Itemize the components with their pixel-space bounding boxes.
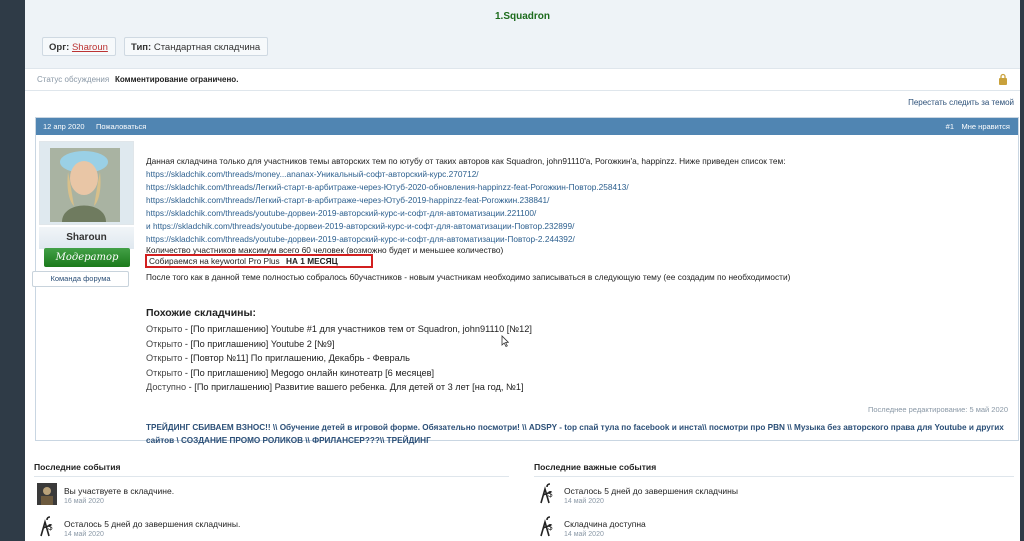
similar-status: Открыто: [146, 339, 183, 349]
thread-tagline: 1.Squadron: [494, 11, 550, 22]
moderator-badge: Модератор: [44, 248, 130, 267]
similar-item[interactable]: Доступно - [По приглашению] Развитие ваш…: [146, 382, 524, 392]
event-item[interactable]: $ Складчина доступна 14 май 2020: [537, 516, 997, 541]
after-note: После того как в данной теме полностью с…: [146, 272, 791, 282]
event-text: Складчина доступна: [564, 519, 646, 529]
team-badge: Команда форума: [32, 271, 129, 287]
edited-label: Последнее редактирование:: [868, 405, 968, 414]
post-intro: Данная складчина только для участников т…: [146, 156, 786, 166]
thread-header: 1.Squadron Орг: Sharoun Тип: Стандартная…: [25, 0, 1020, 68]
status-value: Комментирование ограничено.: [115, 75, 239, 84]
discussion-status: Статус обсуждения Комментирование ограни…: [25, 68, 1020, 91]
event-text: Осталось 5 дней до завершения складчины: [564, 486, 738, 496]
divider: [34, 476, 509, 477]
thread-link[interactable]: https://skladchik.com/threads/Легкий-ста…: [146, 182, 629, 192]
event-date: 14 май 2020: [564, 498, 604, 505]
org-tag: Орг: Sharoun: [42, 37, 116, 56]
thread-link[interactable]: https://skladchik.com/threads/Легкий-ста…: [146, 195, 549, 205]
event-item[interactable]: $ Осталось 5 дней до завершения складчин…: [537, 483, 997, 511]
mouse-cursor-icon: [501, 335, 509, 347]
thread-link[interactable]: https://skladchik.com/threads/money...an…: [146, 169, 479, 179]
thread-link[interactable]: и https://skladchik.com/threads/youtube-…: [146, 221, 574, 231]
username[interactable]: Sharoun: [39, 227, 134, 249]
similar-status: Доступно: [146, 382, 187, 392]
post-date[interactable]: 12 апр 2020: [43, 118, 85, 135]
similar-status: Открыто: [146, 368, 183, 378]
unfollow-link[interactable]: Перестать следить за темой: [908, 98, 1014, 107]
type-label: Тип:: [131, 42, 152, 53]
event-text: Осталось 5 дней до завершения складчины.: [64, 519, 241, 529]
similar-item[interactable]: Открыто - [По приглашению] Youtube 2 [№9…: [146, 339, 335, 349]
org-label: Орг:: [49, 42, 70, 53]
similar-text: [По приглашению] Youtube #1 для участник…: [190, 324, 532, 334]
author-info: Sharoun Модератор Команда форума: [32, 141, 134, 287]
important-events-title: Последние важные события: [534, 462, 657, 472]
signature[interactable]: ТРЕЙДИНГ СБИВАЕМ ВЗНОС!! \\ Обучение дет…: [146, 421, 1006, 447]
thread-link[interactable]: https://skladchik.com/threads/youtube-до…: [146, 234, 575, 244]
similar-status: Открыто: [146, 353, 183, 363]
org-link[interactable]: Sharoun: [72, 42, 108, 53]
highlight-duration: НА 1 МЕСЯЦ: [286, 256, 338, 266]
event-item[interactable]: $ Осталось 5 дней до завершения складчин…: [37, 516, 497, 541]
similar-item[interactable]: Открыто - [По приглашению] Youtube #1 дл…: [146, 324, 532, 334]
recent-events-title: Последние события: [34, 462, 121, 472]
post: 12 апр 2020 Пожаловаться #1 Мне нравится…: [32, 117, 1019, 445]
similar-title: Похожие складчины:: [146, 307, 256, 319]
event-date: 14 май 2020: [564, 531, 604, 538]
last-edited: Последнее редактирование: 5 май 2020: [868, 405, 1008, 414]
avatar-image: [40, 142, 133, 224]
avatar[interactable]: [39, 141, 134, 225]
highlight-text: Собираемся на keywortol Pro Plus: [149, 256, 280, 266]
dollar-figure-icon: $: [540, 483, 553, 504]
like-button[interactable]: Мне нравится: [962, 118, 1010, 135]
similar-text: [По приглашению] Megogo онлайн кинотеатр…: [190, 368, 435, 378]
svg-text:$: $: [548, 523, 553, 532]
lock-icon: [999, 73, 1007, 85]
type-tag: Тип: Стандартная складчина: [124, 37, 268, 56]
event-item[interactable]: Вы участвуете в складчине. 16 май 2020: [37, 483, 497, 511]
similar-text: [Повтор №11] По приглашению, Декабрь - Ф…: [190, 353, 410, 363]
thread-link[interactable]: https://skladchik.com/threads/youtube-до…: [146, 208, 536, 218]
divider: [534, 476, 1014, 477]
similar-text: [По приглашению] Youtube 2 [№9]: [190, 339, 335, 349]
event-date: 14 май 2020: [64, 531, 104, 538]
status-label: Статус обсуждения: [37, 75, 110, 84]
post-header-bar: 12 апр 2020 Пожаловаться #1 Мне нравится: [36, 118, 1018, 135]
svg-text:$: $: [48, 523, 53, 532]
dollar-figure-icon: $: [540, 516, 553, 537]
event-text: Вы участвуете в складчине.: [64, 486, 175, 496]
page: 1.Squadron Орг: Sharoun Тип: Стандартная…: [25, 0, 1020, 541]
highlighted-note: Собираемся на keywortol Pro Plus НА 1 МЕ…: [145, 254, 373, 268]
similar-item[interactable]: Открыто - [По приглашению] Megogo онлайн…: [146, 368, 434, 378]
svg-text:$: $: [548, 490, 553, 499]
post-number[interactable]: #1: [946, 118, 954, 135]
event-date: 16 май 2020: [64, 498, 104, 505]
similar-item[interactable]: Открыто - [Повтор №11] По приглашению, Д…: [146, 353, 410, 363]
report-link[interactable]: Пожаловаться: [96, 118, 146, 135]
type-value: Стандартная складчина: [153, 42, 261, 53]
edited-date: 5 май 2020: [969, 405, 1008, 414]
user-avatar-icon: [37, 483, 57, 505]
similar-status: Открыто: [146, 324, 183, 334]
dollar-figure-icon: $: [40, 516, 53, 537]
similar-text: [По приглашению] Развитие вашего ребенка…: [194, 382, 524, 392]
